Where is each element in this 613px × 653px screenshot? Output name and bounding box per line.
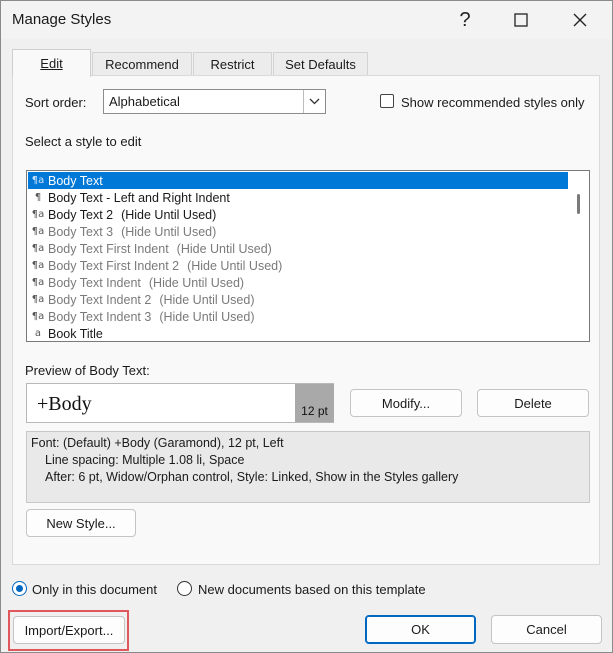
modify-button-label: Modify... [381, 395, 431, 411]
style-list-item[interactable]: ¶a Body Text Indent 2 (Hide Until Used) [28, 291, 568, 308]
style-list-item[interactable]: ¶a Body Text First Indent (Hide Until Used… [28, 240, 568, 257]
show-recommended-checkbox[interactable] [380, 94, 394, 108]
style-name: Body Text First Indent [48, 241, 169, 256]
description-line-after: After: 6 pt, Widow/Orphan control, Style… [45, 470, 459, 484]
only-this-document-label: Only in this document [32, 582, 158, 597]
maximize-icon [514, 13, 528, 27]
show-recommended-label: Show recommended styles only [401, 95, 585, 110]
style-name: Body Text First Indent 2 [48, 258, 180, 273]
cancel-button-label: Cancel [526, 622, 567, 637]
tab-edit[interactable]: Edit [12, 49, 91, 77]
style-list-item[interactable]: ¶a Body Text Indent (Hide Until Used) [28, 274, 568, 291]
chevron-down-icon [303, 90, 325, 113]
dialog-title: Manage Styles [12, 11, 112, 28]
manage-styles-dialog: Manage Styles ? Edit Recommend Restrict … [0, 0, 613, 653]
close-button[interactable] [557, 5, 603, 35]
style-name: Body Text 3 [48, 224, 114, 239]
tab-recommend[interactable]: Recommend [92, 52, 192, 76]
tab-set-defaults-label: Set Defaults [285, 57, 356, 72]
paragraph-style-icon: ¶a [31, 226, 45, 237]
maximize-button[interactable] [498, 5, 544, 35]
paragraph-style-icon: ¶a [31, 243, 45, 254]
style-list-item[interactable]: ¶ Body Text - Left and Right Indent [28, 189, 568, 206]
tab-edit-label: Edit [40, 56, 63, 71]
scrollbar-thumb[interactable] [577, 194, 580, 214]
paragraph-style-icon: ¶a [31, 209, 45, 220]
modify-button[interactable]: Modify... [350, 389, 462, 417]
paragraph-style-icon: ¶ [34, 192, 42, 203]
style-list-scrollbar[interactable] [569, 171, 589, 341]
style-name: Body Text 2 [48, 207, 114, 222]
style-list-item[interactable]: ¶a Body Text First Indent 2 (Hide Until Us… [28, 257, 568, 274]
paragraph-style-icon: ¶a [31, 175, 45, 186]
style-list-item[interactable]: ¶a Body Text Indent 3 (Hide Until Used) [28, 308, 568, 325]
tab-restrict[interactable]: Restrict [193, 52, 272, 76]
style-visibility-note: (Hide Until Used) [159, 309, 255, 324]
style-name: Body Text Indent [48, 275, 141, 290]
tab-set-defaults[interactable]: Set Defaults [273, 52, 368, 76]
style-list-item[interactable]: ¶a Body Text [28, 172, 568, 189]
close-icon [573, 13, 587, 27]
preview-label: Preview of Body Text: [25, 363, 150, 378]
paragraph-style-icon: ¶a [31, 260, 45, 271]
style-visibility-note: (Hide Until Used) [176, 241, 272, 256]
style-list[interactable]: ¶a Body Text ¶ Body Text - Left and Right I… [26, 170, 590, 342]
ok-button[interactable]: OK [365, 615, 476, 644]
style-list-item[interactable]: ¶a Body Text 2 (Hide Until Used) [28, 206, 568, 223]
style-visibility-note: (Hide Until Used) [121, 224, 217, 239]
style-preview: +Body 12 pt [26, 383, 334, 423]
delete-button-label: Delete [514, 395, 552, 411]
cancel-button[interactable]: Cancel [491, 615, 602, 644]
tab-recommend-label: Recommend [105, 57, 179, 72]
sort-order-label: Sort order: [25, 95, 87, 110]
paragraph-style-icon: ¶a [31, 294, 45, 305]
style-name: Body Text [48, 173, 103, 188]
new-documents-radio[interactable] [177, 581, 192, 596]
style-name: Body Text Indent 3 [48, 309, 152, 324]
style-name: Body Text Indent 2 [48, 292, 152, 307]
style-name: Body Text - Left and Right Indent [48, 190, 230, 205]
title-bar: Manage Styles ? [1, 1, 612, 39]
preview-size: 12 pt [295, 384, 334, 422]
style-visibility-note: (Hide Until Used) [148, 275, 245, 290]
sort-order-select[interactable]: Alphabetical [103, 89, 326, 114]
style-description: Font: (Default) +Body (Garamond), 12 pt,… [26, 431, 590, 503]
style-list-item[interactable]: a Book Title [28, 325, 568, 341]
character-style-icon: a [34, 328, 42, 339]
sort-order-value: Alphabetical [109, 94, 180, 109]
paragraph-style-icon: ¶a [31, 311, 45, 322]
style-visibility-note: (Hide Until Used) [121, 207, 217, 222]
description-line-spacing: Line spacing: Multiple 1.08 li, Space [45, 453, 245, 467]
preview-text: +Body [37, 393, 92, 415]
new-style-button[interactable]: New Style... [26, 509, 136, 537]
paragraph-style-icon: ¶a [31, 277, 45, 288]
help-button[interactable]: ? [442, 5, 488, 35]
tab-restrict-label: Restrict [210, 57, 255, 72]
ok-button-label: OK [411, 622, 430, 637]
style-name: Book Title [48, 326, 103, 341]
new-style-button-label: New Style... [46, 515, 116, 531]
style-visibility-note: (Hide Until Used) [187, 258, 283, 273]
delete-button[interactable]: Delete [477, 389, 589, 417]
select-style-label: Select a style to edit [25, 134, 142, 149]
only-this-document-radio[interactable] [12, 581, 27, 596]
new-documents-label: New documents based on this template [198, 582, 426, 597]
description-line-font: Font: (Default) +Body (Garamond), 12 pt,… [31, 436, 284, 450]
import-export-highlight [8, 610, 129, 651]
style-visibility-note: (Hide Until Used) [159, 292, 255, 307]
style-list-item[interactable]: ¶a Body Text 3 (Hide Until Used) [28, 223, 568, 240]
